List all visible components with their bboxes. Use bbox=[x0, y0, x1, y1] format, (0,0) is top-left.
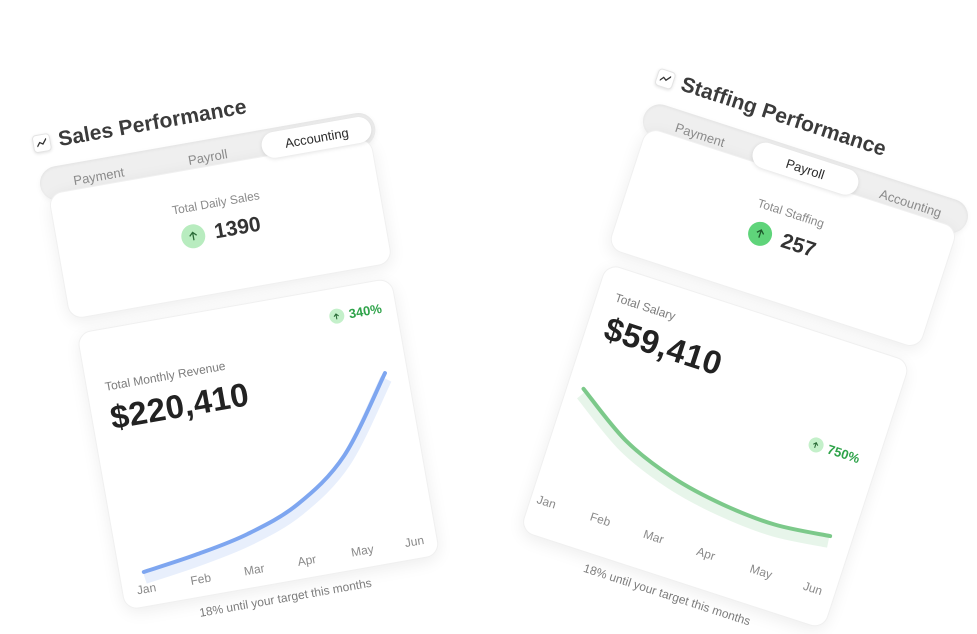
chart-line-icon bbox=[31, 132, 53, 154]
revenue-card: Total Monthly Revenue $220,410 340% Jan F… bbox=[76, 277, 441, 611]
summary-value: 1390 bbox=[212, 212, 263, 244]
summary-value: 257 bbox=[778, 229, 819, 263]
sales-performance-panel: Sales Performance Payment Payroll Accoun… bbox=[30, 69, 454, 634]
stage: Sales Performance Payment Payroll Accoun… bbox=[0, 0, 977, 634]
arrow-up-icon bbox=[179, 222, 207, 251]
chart-line-icon bbox=[653, 67, 677, 91]
revenue-line-chart bbox=[141, 371, 392, 584]
staffing-performance-panel: Staffing Performance Payment Payroll Acc… bbox=[503, 60, 977, 634]
arrow-up-icon bbox=[745, 218, 776, 250]
